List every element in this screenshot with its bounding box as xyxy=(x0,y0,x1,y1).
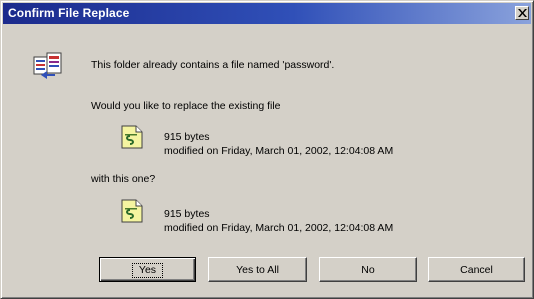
text-file-icon xyxy=(121,125,143,149)
folder-message: This folder already contains a file name… xyxy=(91,59,335,71)
existing-file-size: 915 bytes xyxy=(164,131,210,143)
yes-button-label: Yes xyxy=(131,262,164,278)
replace-question: Would you like to replace the existing f… xyxy=(91,100,281,112)
confirm-file-replace-dialog: Confirm File Replace This folder already… xyxy=(0,0,534,299)
no-button-label: No xyxy=(361,263,375,276)
close-icon xyxy=(518,9,527,17)
replace-file-icon xyxy=(33,52,62,79)
with-label: with this one? xyxy=(91,173,156,185)
cancel-button[interactable]: Cancel xyxy=(428,257,525,282)
close-button[interactable] xyxy=(515,6,529,20)
new-file-modified: modified on Friday, March 01, 2002, 12:0… xyxy=(164,222,394,234)
cancel-button-label: Cancel xyxy=(460,263,493,276)
yes-to-all-button-label: Yes to All xyxy=(236,263,279,276)
yes-to-all-button[interactable]: Yes to All xyxy=(208,257,307,282)
dialog-title: Confirm File Replace xyxy=(8,6,130,20)
text-file-icon xyxy=(121,199,143,223)
no-button[interactable]: No xyxy=(319,257,417,282)
new-file-size: 915 bytes xyxy=(164,208,210,220)
existing-file-modified: modified on Friday, March 01, 2002, 12:0… xyxy=(164,145,394,157)
yes-button[interactable]: Yes xyxy=(99,257,196,282)
title-bar[interactable]: Confirm File Replace xyxy=(3,3,531,24)
